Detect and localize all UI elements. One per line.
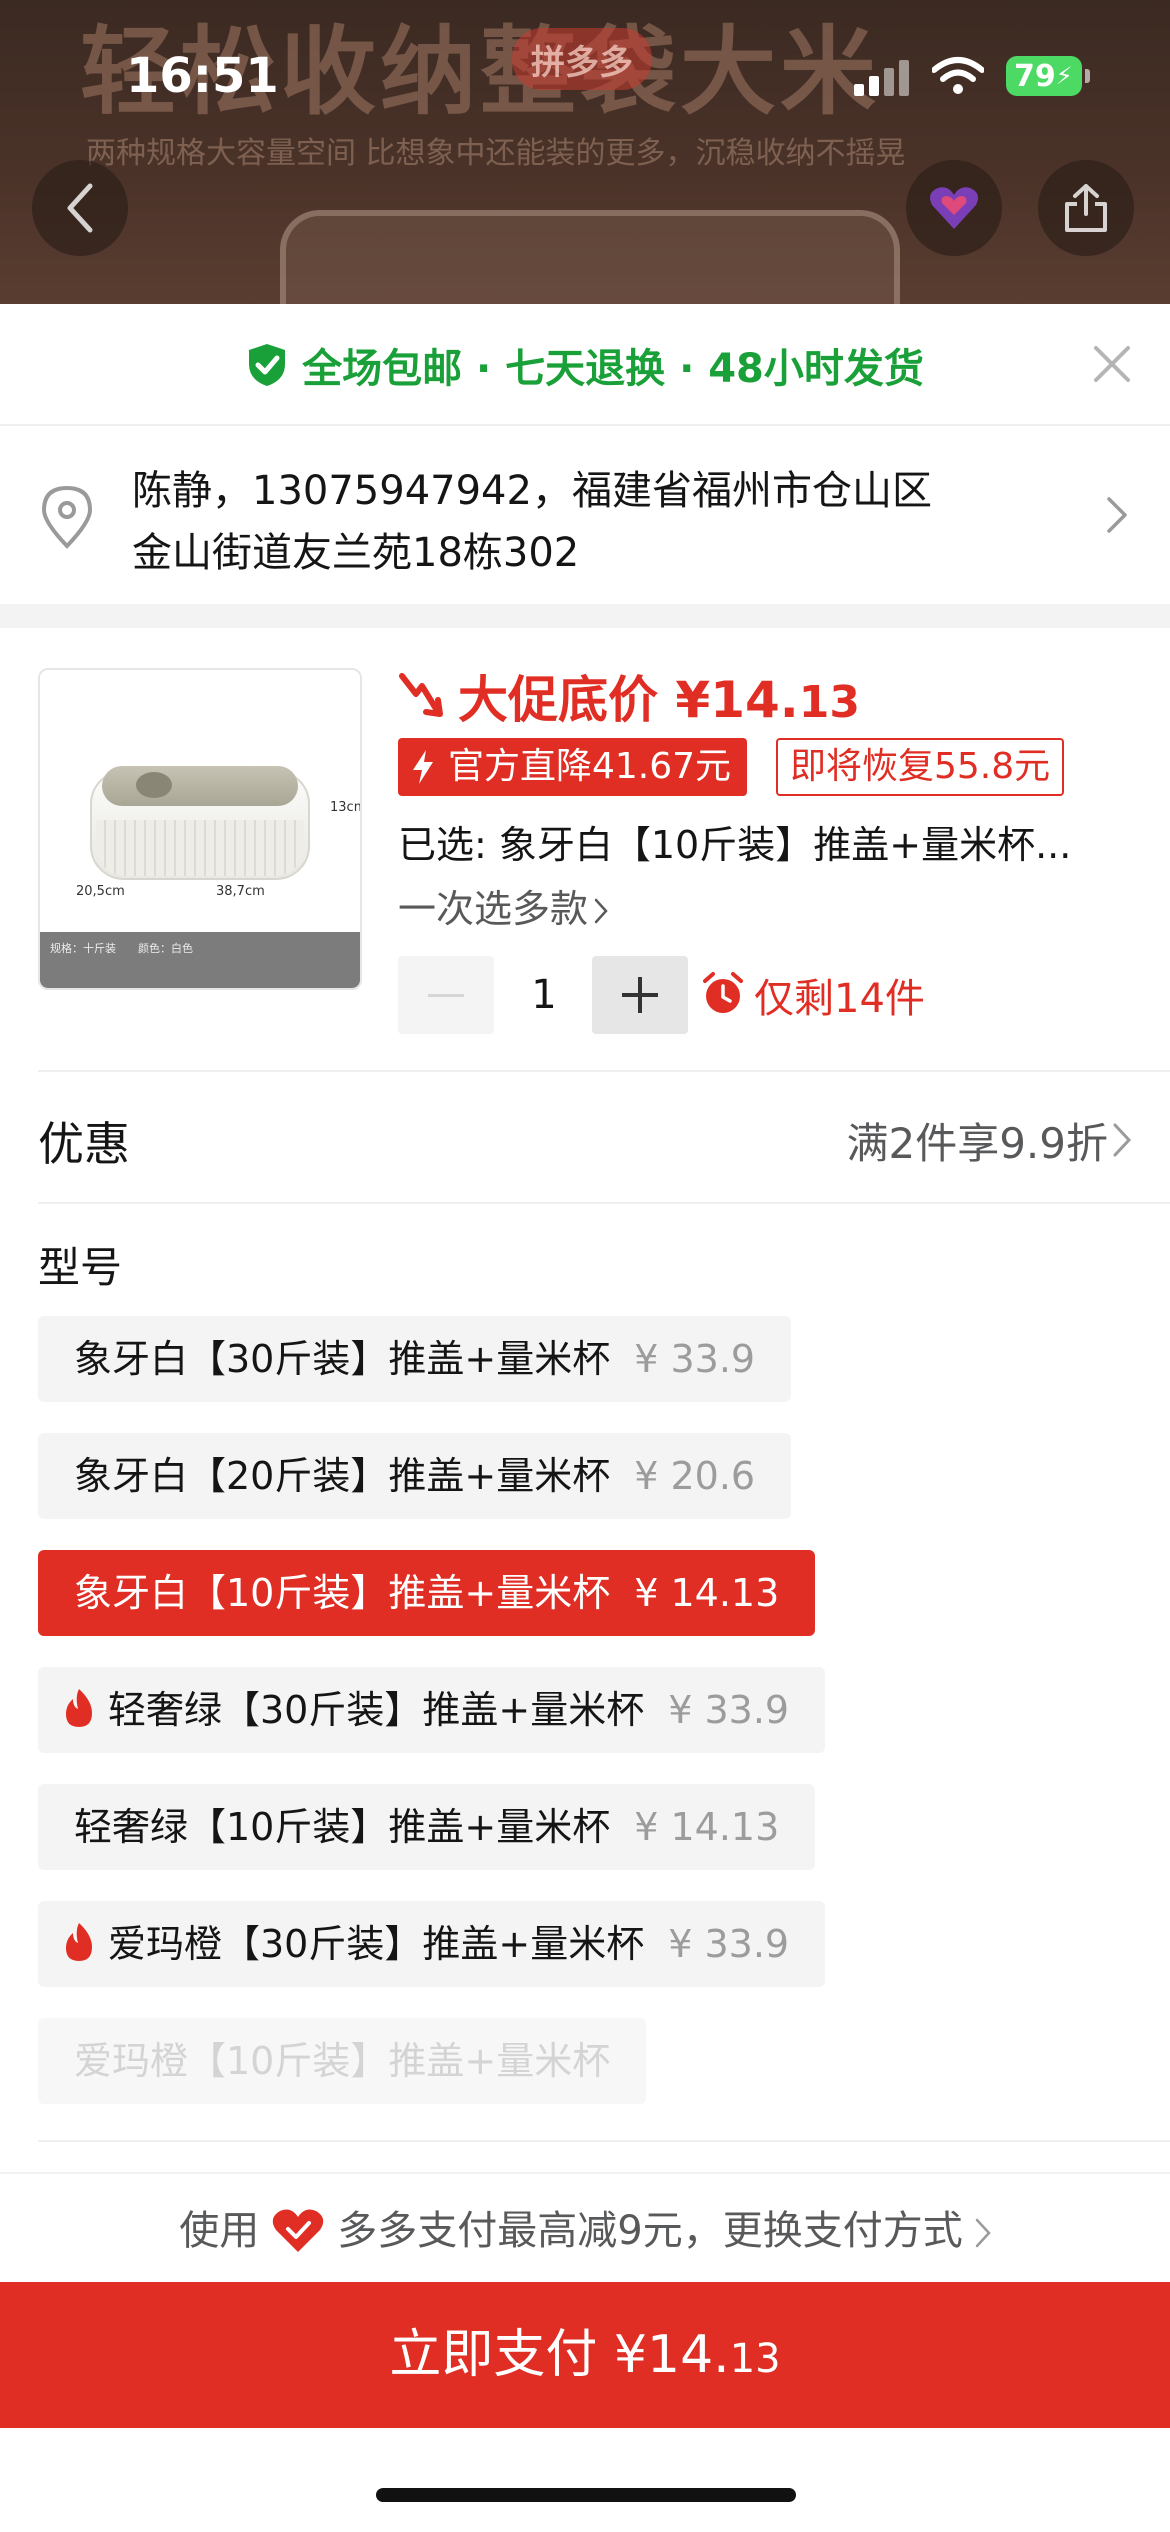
location-icon [41,485,93,549]
model-option-price: ¥ 33.9 [668,1922,790,1966]
divider [38,1070,1170,1072]
multi-select-link[interactable]: 一次选多款 [398,878,608,933]
model-option-price: ¥ 14.13 [634,1805,780,1849]
model-option-label: 爱玛橙【30斤装】推盖+量米杯 [108,1922,645,1966]
model-option-label: 象牙白【20斤装】推盖+量米杯 [74,1454,611,1498]
discount-value[interactable]: 满2件享9.9折 [846,1110,1108,1171]
model-option-label: 象牙白【30斤装】推盖+量米杯 [74,1337,611,1381]
model-option[interactable]: 轻奢绿【10斤装】推盖+量米杯 ¥ 14.13 [38,1784,816,1870]
official-discount-text: 官方直降41.67元 [448,746,732,787]
shield-check-icon [249,344,286,386]
share-button[interactable] [1038,160,1134,256]
price-restore-tag: 即将恢复55.8元 [776,738,1065,796]
service-promo-label: 全场包邮 · 七天退换 · 48小时发货 [302,346,924,392]
model-section-title: 型号 [38,1243,123,1292]
chevron-right-icon [594,898,608,924]
pay-now-button[interactable]: 立即支付 ¥14.13 [0,2282,1170,2428]
selected-variant[interactable]: 已选: 象牙白【10斤装】推盖+量米杯... [398,814,1071,869]
model-option-price: ¥ 14.13 [634,1571,780,1615]
quantity-decrease-button[interactable] [398,956,494,1034]
address-line-1: 陈静，13075947942，福建省福州市仓山区 [132,468,932,514]
cellular-signal-icon [854,60,914,96]
chevron-right-icon [1113,1123,1132,1157]
home-indicator[interactable] [376,2488,796,2502]
model-option-label: 爱玛橙【10斤装】推盖+量米杯 [74,2039,611,2083]
product-lid-shape [102,766,298,806]
product-dimension-length: 38,7cm [216,884,265,899]
official-discount-tag: 官方直降41.67元 [398,738,748,796]
alarm-icon [703,972,743,1013]
model-option-price: ¥ 20.6 [634,1454,756,1498]
service-promo-text: 全场包邮 · 七天退换 · 48小时发货 [0,336,1170,394]
product-thumbnail[interactable]: 20,5cm 38,7cm 13cm 规格：十斤装 颜色：白色 [38,668,362,990]
heart-pay-icon [273,2209,324,2252]
close-icon[interactable] [1090,342,1134,386]
back-button[interactable] [32,160,128,256]
bolt-icon [413,750,433,784]
payment-hint-text: 多多支付最高减9元，更换支付方式 [337,2208,963,2254]
battery-icon: 79 ⚡ [1006,56,1090,96]
multi-select-label: 一次选多款 [398,887,589,931]
model-option: 爱玛橙【10斤装】推盖+量米杯 [38,2018,647,2104]
favorite-button[interactable] [906,160,1002,256]
favorite-icon [930,187,978,229]
price-down-icon [399,673,443,717]
model-option-label: 轻奢绿【30斤装】推盖+量米杯 [108,1688,645,1732]
payment-hint[interactable]: 使用 多多支付最高减9元，更换支付方式 [0,2198,1170,2256]
address-line-2: 金山街道友兰苑18栋302 [132,530,580,576]
chevron-right-icon [975,2218,991,2248]
status-time: 16:51 [126,48,279,104]
divider [38,1202,1170,1204]
product-dimension-height: 13cm [330,800,360,815]
model-option-price: ¥ 33.9 [634,1337,756,1381]
promo-price-cents: 13 [798,677,861,728]
promo-price: 大促底价 ¥14.13 [458,660,860,732]
product-dimension-width: 20,5cm [76,884,125,899]
model-option[interactable]: 轻奢绿【30斤装】推盖+量米杯 ¥ 33.9 [38,1667,826,1753]
product-shape [96,820,304,876]
hero-background-subtitle: 两种规格大容量空间 比想象中还能装的更多，沉稳收纳不摇晃 [86,136,906,171]
promo-price-label: 大促底价 ¥14. [458,671,799,729]
model-option[interactable]: 爱玛橙【30斤装】推盖+量米杯 ¥ 33.9 [38,1901,826,1987]
hero-badge: 拼多多 [512,28,652,90]
quantity-increase-button[interactable] [592,956,688,1034]
share-icon [1065,184,1107,232]
section-divider [0,604,1170,628]
divider [38,2140,1170,2142]
hero-product-shape [280,210,900,304]
product-dial-shape [136,772,172,798]
chevron-right-icon [1107,497,1127,533]
pay-now-cents: 13 [729,2336,781,2382]
fire-icon [66,1689,92,1727]
model-option-label: 象牙白【10斤装】推盖+量米杯 [74,1571,611,1615]
wifi-icon [932,57,984,94]
model-option[interactable]: 象牙白【30斤装】推盖+量米杯 ¥ 33.9 [38,1316,792,1402]
product-spec-legend: 规格：十斤装 颜色：白色 [40,932,360,988]
discount-title: 优惠 [38,1117,130,1171]
pay-now-label: 立即支付 ¥14. [389,2325,730,2385]
quantity-value[interactable]: 1 [496,956,592,1034]
model-option[interactable]: 象牙白【20斤装】推盖+量米杯 ¥ 20.6 [38,1433,792,1519]
battery-level: 79 [1014,58,1056,94]
model-option[interactable]: 象牙白【10斤装】推盖+量米杯 ¥ 14.13 [38,1550,816,1636]
fire-icon [66,1923,92,1961]
back-icon [67,183,93,233]
product-hero-banner: 轻松收纳整袋大米 拼多多 两种规格大容量空间 比想象中还能装的更多，沉稳收纳不摇… [0,0,1170,304]
payment-hint-prefix: 使用 [179,2208,260,2254]
model-option-label: 轻奢绿【10斤装】推盖+量米杯 [74,1805,611,1849]
model-option-price: ¥ 33.9 [668,1688,790,1732]
stock-remaining: 仅剩14件 [754,976,925,1022]
